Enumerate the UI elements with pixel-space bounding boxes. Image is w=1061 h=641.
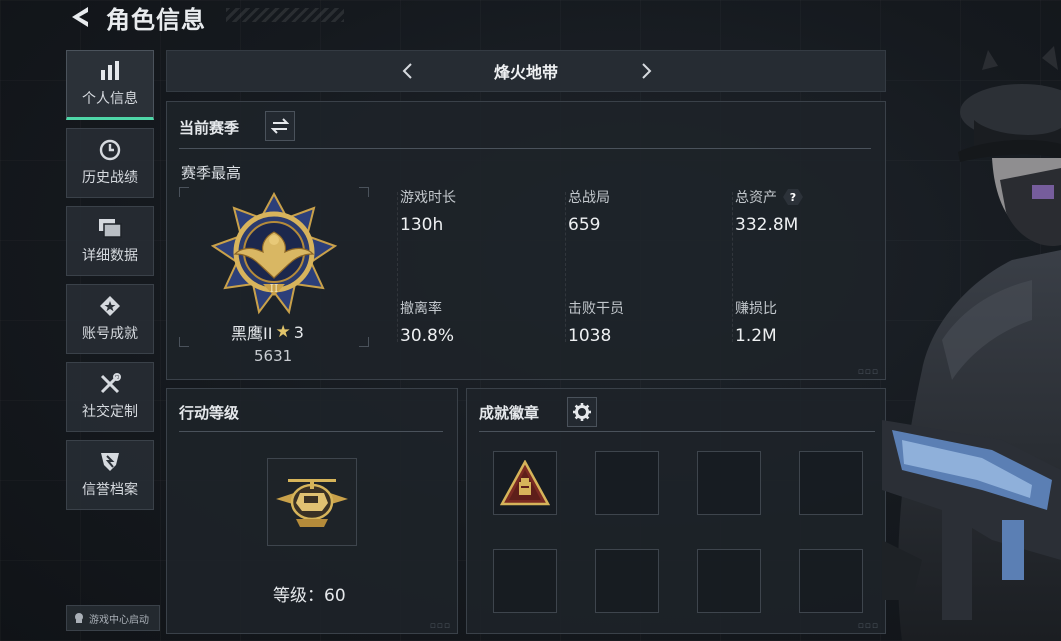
page-title: 角色信息 [106,5,206,34]
chevron-right-icon [642,63,652,79]
achievement-title: 成就徽章 [479,404,540,422]
achievement-slot[interactable] [799,451,863,515]
stat-value: 1038 [568,326,612,346]
mode-selector: 烽火地带 [166,50,886,92]
sidebar: 个人信息 历史战绩 详细数据 账号成就 社交定制 信誉档案 [66,50,154,518]
corner-decoration: ▫▫▫ [857,621,879,631]
folder-icon [98,217,122,239]
season-divider [179,148,871,149]
stat-label: 撤离率 [400,301,442,317]
wrench-icon [98,373,122,395]
divider [397,192,398,342]
chevron-left-icon [402,63,412,79]
sidebar-item-social-custom[interactable]: 社交定制 [66,362,154,432]
stat-value: 30.8% [400,326,455,346]
level-badge [267,458,357,546]
divider [732,192,733,342]
sidebar-item-label: 个人信息 [82,91,138,107]
stat-kills: 击败干员 1038 [568,298,718,346]
season-switch-button[interactable] [265,111,295,141]
stat-label: 总战局 [568,190,610,206]
achievement-slot[interactable] [493,451,557,515]
stat-label: 击败干员 [568,301,624,317]
launch-badge-label: 游戏中心启动 [89,614,149,626]
sidebar-item-label: 社交定制 [82,404,138,420]
achievement-slot[interactable] [595,451,659,515]
level-panel: 行动等级 等级：60 ▫▫▫ [166,388,458,634]
swap-icon [271,118,289,134]
achievement-slot[interactable] [493,549,557,613]
stat-value: 659 [568,215,601,235]
back-button[interactable] [66,2,96,32]
level-title: 行动等级 [179,404,240,422]
sidebar-item-personal-info[interactable]: 个人信息 [66,50,154,120]
rank-name: 黑鹰II ★ 3 [231,320,304,344]
bar-chart-icon [98,60,122,82]
rank-name-text: 黑鹰II [231,324,273,343]
stat-extract-rate: 撤离率 30.8% [400,298,550,346]
achievement-slot[interactable] [697,549,761,613]
stat-value: 332.8M [735,215,799,235]
launch-badge: 游戏中心启动 [66,605,160,631]
sidebar-item-label: 历史战绩 [82,170,138,186]
stat-value: 1.2M [735,326,777,346]
supply-badge-icon [500,460,550,506]
mode-next-button[interactable] [635,59,659,83]
shield-icon [98,451,122,473]
achievement-icon [98,295,122,317]
helicopter-badge-icon [276,479,348,527]
season-title: 当前赛季 [179,119,240,137]
rank-stars: 3 [293,322,304,342]
achievement-panel: 成就徽章 ▫▫▫ [466,388,886,634]
back-arrow-icon [72,7,88,27]
stat-label: 游戏时长 [400,190,456,206]
stat-profit-ratio: 赚损比 1.2M [735,298,885,346]
star-icon: ★ [275,322,291,342]
help-icon[interactable]: ? [783,189,803,205]
stat-label: 总资产 [735,190,777,206]
stat-label-row: 总资产 ? [735,187,885,207]
gear-icon [573,403,591,421]
character-portrait [882,46,1061,641]
level-divider [179,431,443,432]
rank-score: 5631 [254,347,293,365]
sidebar-item-history[interactable]: 历史战绩 [66,128,154,198]
mode-prev-button[interactable] [395,59,419,83]
season-best-label: 赛季最高 [181,164,242,182]
page-header: 角色信息 [66,0,206,34]
sidebar-item-reputation[interactable]: 信誉档案 [66,440,154,510]
game-center-icon [75,613,83,623]
svg-text:II: II [270,282,279,295]
sidebar-item-label: 账号成就 [82,326,138,342]
sidebar-item-label: 信誉档案 [82,482,138,498]
stat-total-assets: 总资产 ? 332.8M [735,187,885,235]
sidebar-item-detailed-data[interactable]: 详细数据 [66,206,154,276]
achievement-settings-button[interactable] [567,397,597,427]
corner-decoration: ▫▫▫ [429,621,451,631]
divider [565,192,566,342]
level-text: 等级：60 [273,586,346,606]
sidebar-item-achievements[interactable]: 账号成就 [66,284,154,354]
achievement-divider [479,431,875,432]
achievement-slot[interactable] [595,549,659,613]
stat-total-matches: 总战局 659 [568,187,718,235]
achievement-slot[interactable] [697,451,761,515]
rank-medal-icon: II [211,192,337,315]
stat-value: 130h [400,215,444,235]
mode-title: 烽火地带 [493,63,558,82]
header-decoration [226,8,344,22]
clock-icon [98,139,122,161]
sidebar-item-label: 详细数据 [82,248,138,264]
corner-decoration: ▫▫▫ [857,367,879,377]
achievement-slot[interactable] [799,549,863,613]
season-panel: 当前赛季 赛季最高 II 黑鹰II ★ 3 5631 游戏时长 130h 总战局… [166,101,886,380]
stat-label: 赚损比 [735,301,777,317]
stat-play-time: 游戏时长 130h [400,187,550,235]
